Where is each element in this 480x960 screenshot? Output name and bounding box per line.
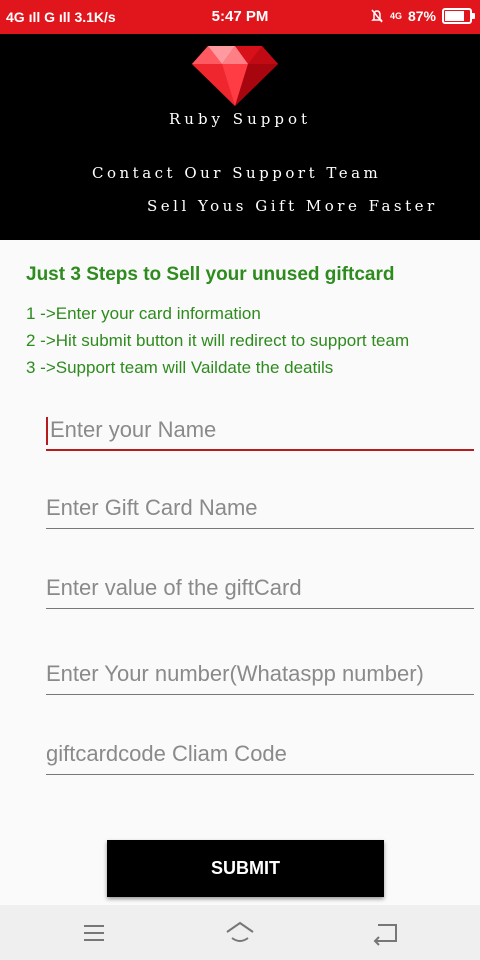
header-banner: Ruby Suppot Contact Our Support Team Sel…: [0, 34, 480, 240]
text-cursor: [46, 417, 48, 445]
app-title: Ruby Suppot: [169, 110, 311, 128]
name-input[interactable]: Enter your Name: [46, 403, 474, 451]
system-nav-bar: [0, 905, 480, 960]
input-underline: [46, 528, 474, 529]
name-placeholder: Enter your Name: [50, 417, 217, 442]
gift-card-value-input[interactable]: Enter value of the giftCard: [46, 561, 474, 609]
step-3: 3 ->Support team will Vaildate the deati…: [26, 358, 334, 377]
back-icon[interactable]: [370, 917, 402, 949]
submit-button[interactable]: SUBMIT: [107, 840, 384, 897]
gift-card-name-placeholder: Enter Gift Card Name: [46, 495, 258, 520]
banner-tagline-1: Contact Our Support Team: [92, 164, 382, 182]
claim-code-input[interactable]: giftcardcode Cliam Code: [46, 727, 474, 775]
input-underline: [46, 608, 474, 609]
whatsapp-number-input[interactable]: Enter Your number(Whataspp number): [46, 647, 474, 695]
status-bar: 4G ıll G ıll 3.1K/s 5:47 PM 4G 87%: [0, 0, 480, 34]
mute-icon: [371, 9, 383, 23]
gift-card-name-input[interactable]: Enter Gift Card Name: [46, 481, 474, 529]
input-underline: [46, 774, 474, 775]
network-type: 4G: [389, 11, 402, 21]
number-placeholder: Enter Your number(Whataspp number): [46, 661, 424, 686]
value-placeholder: Enter value of the giftCard: [46, 575, 302, 600]
step-1: 1 ->Enter your card information: [26, 304, 261, 323]
battery-percent: 87%: [407, 8, 436, 24]
code-placeholder: giftcardcode Cliam Code: [46, 741, 287, 766]
input-underline: [46, 449, 474, 451]
battery-icon: [442, 8, 475, 24]
home-icon[interactable]: [224, 917, 256, 949]
steps-heading: Just 3 Steps to Sell your unused giftcar…: [26, 264, 395, 285]
status-right: 4G 87%: [370, 8, 475, 24]
step-2: 2 ->Hit submit button it will redirect t…: [26, 331, 410, 350]
battery-fill: [445, 11, 465, 21]
input-underline: [46, 694, 474, 695]
menu-icon[interactable]: [78, 917, 110, 949]
banner-tagline-2: Sell Yous Gift More Faster: [147, 197, 438, 215]
ruby-gem-icon: [192, 46, 278, 106]
